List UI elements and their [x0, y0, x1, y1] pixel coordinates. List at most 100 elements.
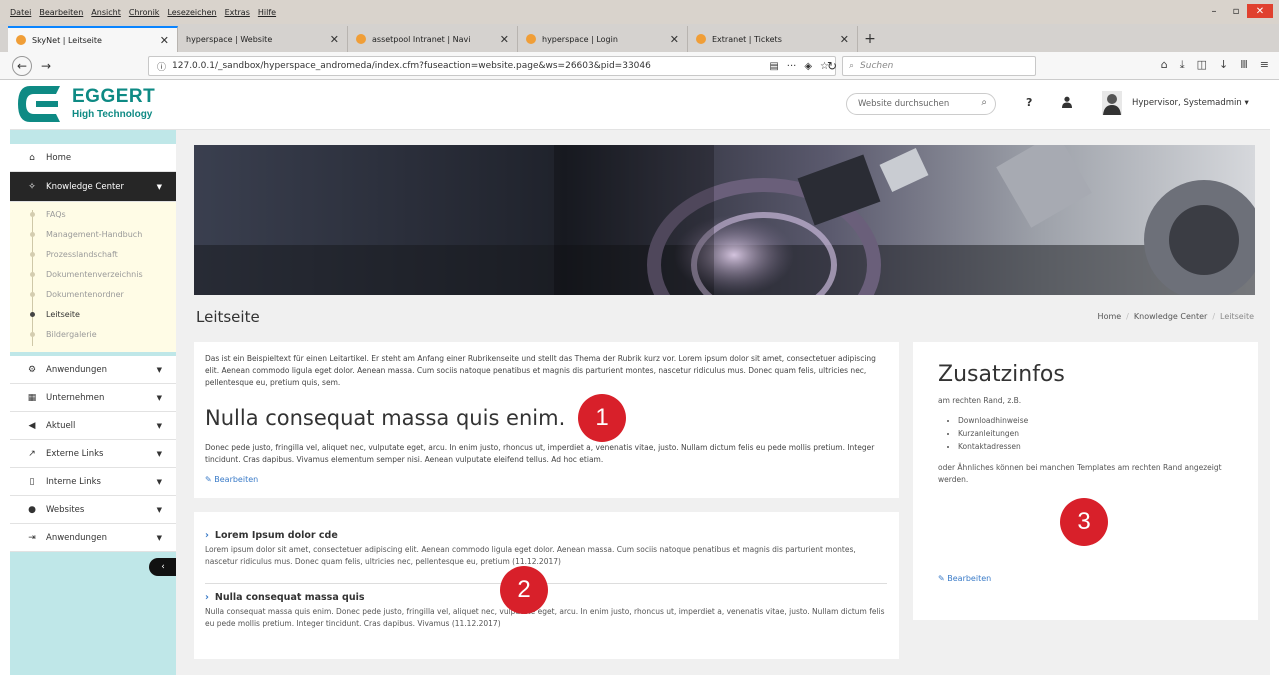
- sidebar-item-unternehmen[interactable]: ▦ Unternehmen ▼: [10, 384, 176, 412]
- tab-close-icon[interactable]: ✕: [330, 33, 339, 46]
- sidebar-item-label: Aktuell: [46, 420, 76, 431]
- tab-label: Extranet | Tickets: [712, 34, 782, 44]
- main-content: Leitseite Home / Knowledge Center / Leitseit…: [176, 130, 1270, 675]
- edit-aside-link[interactable]: ✎ Bearbeiten: [938, 574, 991, 583]
- submenu-dokumentenverzeichnis[interactable]: Dokumentenverzeichnis: [46, 270, 143, 279]
- submenu-leitseite[interactable]: Leitseite: [46, 310, 80, 319]
- tab-hyperspace-website[interactable]: hyperspace | Website ✕: [178, 26, 348, 52]
- intro-card: Das ist ein Beispieltext für einen Leita…: [194, 342, 899, 498]
- sidebar-item-label: Websites: [46, 504, 85, 515]
- submenu-prozesslandschaft[interactable]: Prozesslandschaft: [46, 250, 118, 259]
- site-header: EGGERT High Technology Website durchsuch…: [10, 80, 1270, 130]
- home-icon[interactable]: ⌂: [1161, 58, 1168, 72]
- sidebar: ⌂ Home ✧ Knowledge Center ▼ FAQs Managem…: [10, 130, 177, 675]
- url-bar[interactable]: ⓘ 127.0.0.1/_sandbox/hyperspace_andromed…: [148, 56, 836, 76]
- pocket-icon[interactable]: ◈: [804, 61, 812, 72]
- caret-down-icon: ▼: [156, 449, 162, 458]
- submenu-bildergalerie[interactable]: Bildergalerie: [46, 330, 97, 339]
- breadcrumb-separator: /: [1212, 312, 1216, 321]
- globe-icon: ●: [28, 504, 36, 515]
- tab-skynet[interactable]: SkyNet | Leitseite ✕: [8, 26, 178, 52]
- tab-close-icon[interactable]: ✕: [500, 33, 509, 46]
- maximize-icon[interactable]: ▫: [1225, 4, 1247, 18]
- list-item: Downloadhinweise: [958, 414, 1028, 427]
- favicon-icon: [696, 34, 706, 44]
- breadcrumb-knowledge-center[interactable]: Knowledge Center: [1134, 312, 1207, 321]
- avatar[interactable]: [1102, 91, 1122, 115]
- external-link-icon: ↗: [28, 448, 36, 459]
- help-icon[interactable]: ?: [1026, 96, 1032, 109]
- breadcrumb-separator: /: [1126, 312, 1129, 321]
- breadcrumb-current: Leitseite: [1220, 312, 1254, 321]
- sidebar-item-knowledge-center[interactable]: ✧ Knowledge Center ▼: [10, 172, 176, 202]
- site-search-input[interactable]: Website durchsuchen ⌕: [846, 93, 996, 115]
- user-icon[interactable]: [1062, 96, 1072, 108]
- edit-intro-link[interactable]: ✎ Bearbeiten: [205, 475, 258, 484]
- search-icon: ⌕: [849, 61, 855, 71]
- menu-bearbeiten[interactable]: Bearbeiten: [39, 8, 83, 17]
- news-text: Nulla consequat massa quis enim. Donec p…: [205, 607, 885, 628]
- sidebar-item-anwendungen[interactable]: ⚙ Anwendungen ▼: [10, 356, 176, 384]
- tab-close-icon[interactable]: ✕: [840, 33, 849, 46]
- reader-icon[interactable]: ▤: [769, 61, 778, 72]
- reload-icon[interactable]: ↻: [822, 56, 842, 76]
- logo-name: EGGERT: [72, 86, 156, 107]
- aside-footnote: oder Ähnliches können bei manchen Templa…: [938, 463, 1222, 484]
- intro-heading: Nulla consequat massa quis enim.: [205, 406, 566, 430]
- tab-label: SkyNet | Leitseite: [32, 35, 102, 45]
- caret-down-icon: ▼: [156, 182, 162, 191]
- sidebar-icon[interactable]: ◫: [1197, 58, 1207, 72]
- news-text: Lorem ipsum dolor sit amet, consectetuer…: [205, 545, 856, 566]
- menu-datei[interactable]: Datei: [10, 8, 31, 17]
- more-icon[interactable]: ···: [787, 61, 797, 72]
- aside-list: Downloadhinweise Kurzanleitungen Kontakt…: [958, 414, 1028, 453]
- tab-hyperspace-login[interactable]: hyperspace | Login ✕: [518, 26, 688, 52]
- bullet-icon: [30, 332, 35, 337]
- browser-search-input[interactable]: ⌕ Suchen: [842, 56, 1036, 76]
- back-icon[interactable]: ←: [12, 55, 32, 76]
- sidebar-item-aktuell[interactable]: ◀ Aktuell ▼: [10, 412, 176, 440]
- favicon-icon: [356, 34, 366, 44]
- library-icon[interactable]: Ⅲ: [1240, 58, 1248, 72]
- lightbulb-icon: ✧: [28, 181, 36, 192]
- sidebar-collapse-button[interactable]: ‹: [149, 558, 177, 576]
- tab-close-icon[interactable]: ✕: [670, 33, 679, 46]
- menu-lesezeichen[interactable]: Lesezeichen: [167, 8, 216, 17]
- tab-extranet[interactable]: Extranet | Tickets ✕: [688, 26, 858, 52]
- tab-assetpool[interactable]: assetpool Intranet | Navi ✕: [348, 26, 518, 52]
- bullet-icon: [30, 252, 35, 257]
- forward-icon[interactable]: →: [36, 56, 56, 76]
- download-tray-icon[interactable]: ⤓: [1180, 58, 1185, 72]
- user-menu[interactable]: Hypervisor, Systemadmin ▾: [1132, 98, 1249, 108]
- tab-label: hyperspace | Website: [186, 34, 273, 44]
- sidebar-item-externe-links[interactable]: ↗ Externe Links ▼: [10, 440, 176, 468]
- list-item[interactable]: › Nulla consequat massa quis Nulla conseq…: [205, 592, 889, 630]
- hamburger-menu-icon[interactable]: ≡: [1260, 58, 1269, 72]
- sidebar-item-interne-links[interactable]: ▯ Interne Links ▼: [10, 468, 176, 496]
- menu-ansicht[interactable]: Ansicht: [91, 8, 121, 17]
- browser-menubar: Datei Bearbeiten Ansicht Chronik Lesezei…: [0, 0, 1279, 24]
- intro-text: Das ist ein Beispieltext für einen Leita…: [205, 354, 876, 387]
- sidebar-item-home[interactable]: ⌂ Home: [10, 144, 176, 172]
- breadcrumb-home[interactable]: Home: [1098, 312, 1122, 321]
- sidebar-item-websites[interactable]: ● Websites ▼: [10, 496, 176, 524]
- search-icon[interactable]: ⌕: [981, 97, 987, 108]
- intro-body: Donec pede justo, fringilla vel, aliquet…: [205, 443, 875, 464]
- menu-extras[interactable]: Extras: [225, 8, 250, 17]
- new-tab-icon[interactable]: +: [858, 26, 882, 52]
- news-title[interactable]: › Lorem Ipsum dolor cde: [205, 530, 889, 541]
- close-window-icon[interactable]: ✕: [1247, 4, 1273, 18]
- sidebar-item-anwendungen-2[interactable]: ⇥ Anwendungen ▼: [10, 524, 176, 552]
- submenu-dokumentenordner[interactable]: Dokumentenordner: [46, 290, 124, 299]
- tab-close-icon[interactable]: ✕: [160, 34, 169, 47]
- browser-navbar: ← → ⓘ 127.0.0.1/_sandbox/hyperspace_andr…: [0, 52, 1279, 80]
- download-icon[interactable]: ↓: [1219, 58, 1228, 72]
- submenu-faqs[interactable]: FAQs: [46, 210, 66, 219]
- minimize-icon[interactable]: –: [1203, 4, 1225, 18]
- submenu-management-handbuch[interactable]: Management-Handbuch: [46, 230, 142, 239]
- menu-hilfe[interactable]: Hilfe: [258, 8, 276, 17]
- menu-chronik[interactable]: Chronik: [129, 8, 160, 17]
- chevron-left-icon: ‹: [161, 562, 165, 572]
- list-item[interactable]: › Lorem Ipsum dolor cde Lorem ipsum dolor…: [205, 530, 889, 568]
- caret-down-icon: ▼: [156, 421, 162, 430]
